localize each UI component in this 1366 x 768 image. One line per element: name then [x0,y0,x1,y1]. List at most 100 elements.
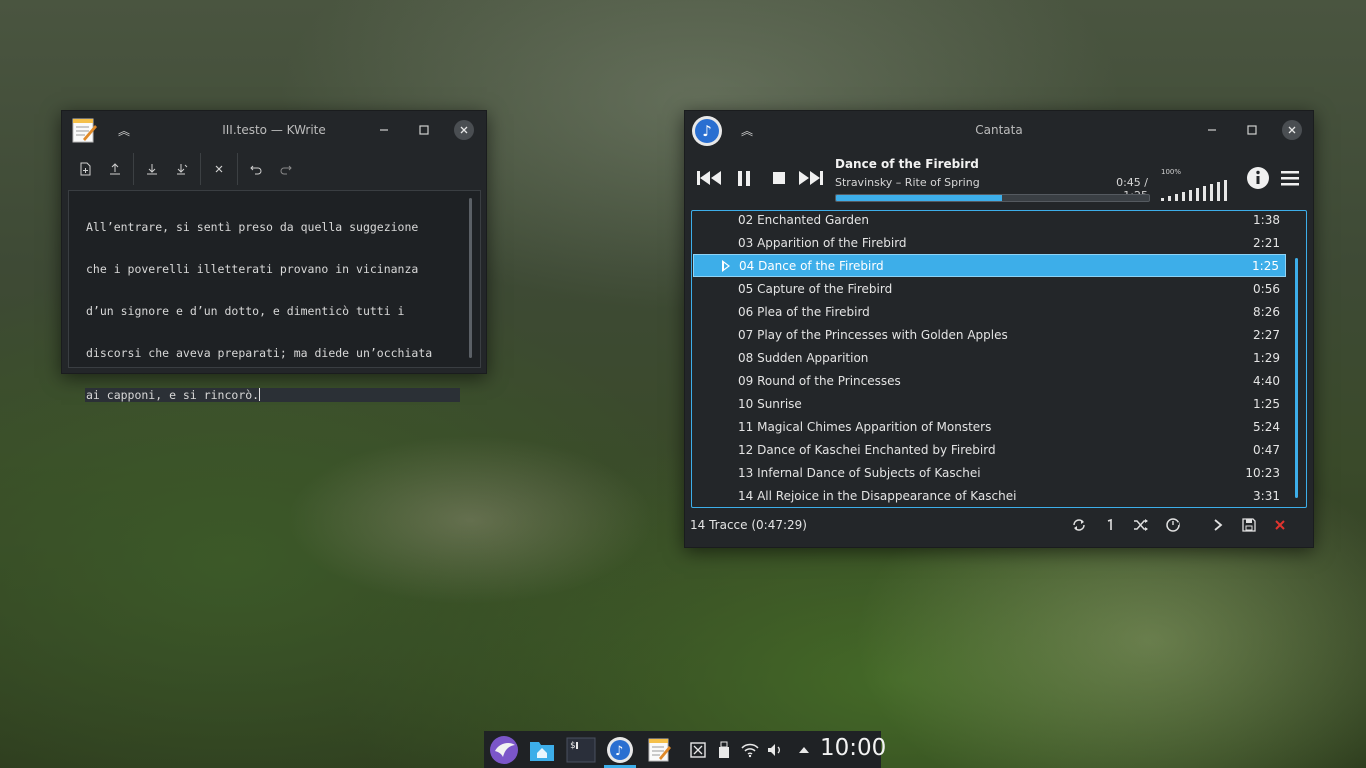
save-as-icon[interactable] [167,154,197,184]
maximize-button[interactable] [414,120,434,140]
volume-icon[interactable] [764,731,786,768]
kwrite-window: ︽ III.testo — KWrite All’entrare, si sen… [61,110,487,402]
svg-text:♪: ♪ [615,744,623,759]
kwrite-icon[interactable] [641,731,677,768]
track-duration: 2:21 [1253,235,1280,250]
open-document-icon[interactable] [100,154,130,184]
track-duration: 1:25 [1253,396,1280,411]
minimize-button[interactable] [374,120,394,140]
single-track-icon[interactable] [1099,514,1121,536]
track-duration: 2:27 [1253,327,1280,342]
toolbar-separator [200,153,201,185]
track-duration: 5:24 [1253,419,1280,434]
save-icon[interactable] [137,154,167,184]
terminal-icon[interactable]: $ [563,731,599,768]
volume-label: 100% [1161,168,1182,176]
redo-icon[interactable] [271,154,301,184]
list-item[interactable]: 07 Play of the Princesses with Golden Ap… [693,323,1286,346]
stop-icon[interactable] [768,167,790,189]
file-manager-icon[interactable] [524,731,560,768]
playback-controls: Dance of the Firebird Stravinsky – Rite … [685,149,1313,205]
track-duration: 0:56 [1253,281,1280,296]
close-button[interactable] [454,120,474,140]
text-line: discorsi che aveva preparati; ma diede u… [86,346,433,360]
volume-level-bar [1224,180,1227,201]
previous-track-icon[interactable] [695,167,723,189]
list-item[interactable]: 13 Infernal Dance of Subjects of Kaschei… [693,461,1286,484]
track-title: 11 Magical Chimes Apparition of Monsters [738,419,992,434]
clipboard-icon[interactable] [686,731,710,768]
chevron-right-icon[interactable] [1207,514,1229,536]
track-title: 07 Play of the Princesses with Golden Ap… [738,327,1008,342]
menu-icon[interactable] [1279,167,1301,189]
volume-slider[interactable] [1161,179,1227,201]
track-duration: 8:26 [1253,304,1280,319]
track-title: 02 Enchanted Garden [738,212,869,227]
list-item[interactable]: 09 Round of the Princesses 4:40 [693,369,1286,392]
wifi-icon[interactable] [738,731,762,768]
kwrite-toolbar [62,149,486,189]
next-track-icon[interactable] [797,167,825,189]
repeat-icon[interactable] [1068,514,1090,536]
editor-scrollbar[interactable] [469,198,472,358]
cantata-titlebar[interactable]: ♪ ︽ Cantata [685,111,1313,149]
playqueue-scrollbar[interactable] [1295,258,1298,498]
list-item[interactable]: 11 Magical Chimes Apparition of Monsters… [693,415,1286,438]
track-duration: 1:29 [1253,350,1280,365]
keep-above-icon[interactable]: ︽ [114,120,134,140]
list-item[interactable]: 10 Sunrise 1:25 [693,392,1286,415]
keep-above-icon[interactable]: ︽ [737,120,757,140]
playqueue[interactable]: 02 Enchanted Garden 1:38 03 Apparition of… [691,210,1307,508]
volume-level-bar [1168,196,1171,201]
text-cursor [259,388,261,401]
list-item[interactable]: 12 Dance of Kaschei Enchanted by Firebir… [693,438,1286,461]
list-item-playing[interactable]: 04 Dance of the Firebird 1:25 [693,254,1286,277]
usb-icon[interactable] [714,731,734,768]
kwrite-titlebar[interactable]: ︽ III.testo — KWrite [62,111,486,149]
track-duration: 1:38 [1253,212,1280,227]
save-playlist-icon[interactable] [1238,514,1260,536]
playing-indicator-inner [724,263,728,269]
toolbar-separator [133,153,134,185]
shuffle-icon[interactable] [1130,514,1152,536]
info-icon[interactable] [1247,167,1269,189]
list-item[interactable]: 05 Capture of the Firebird 0:56 [693,277,1286,300]
clock[interactable]: 10:00 [820,735,886,761]
position-slider-fill [836,195,1002,201]
text-editor[interactable]: All’entrare, si sentì preso da quella su… [68,190,481,402]
list-item[interactable]: 02 Enchanted Garden 1:38 [693,211,1286,231]
undo-icon[interactable] [241,154,271,184]
kwrite-app-icon [69,115,99,145]
list-item[interactable]: 08 Sudden Apparition 1:29 [693,346,1286,369]
pause-icon[interactable] [733,167,755,189]
list-item[interactable]: 14 All Rejoice in the Disappearance of K… [693,484,1286,507]
close-document-icon[interactable] [204,154,234,184]
tray-expand-icon[interactable] [794,731,814,768]
list-item[interactable]: 03 Apparition of the Firebird 2:21 [693,231,1286,254]
text-line: All’entrare, si sentì preso da quella su… [86,220,419,234]
track-title: 13 Infernal Dance of Subjects of Kaschei [738,465,981,480]
track-title: 08 Sudden Apparition [738,350,869,365]
clear-playqueue-icon[interactable] [1269,514,1291,536]
now-playing-title: Dance of the Firebird [835,157,979,171]
track-title: 03 Apparition of the Firebird [738,235,907,250]
list-item[interactable]: 06 Plea of the Firebird 8:26 [693,300,1286,323]
playqueue-status: 14 Tracce (0:47:29) [690,518,807,532]
consume-icon[interactable] [1162,514,1184,536]
current-line: ai capponi, e si rincorò. [85,388,460,402]
editor-content[interactable]: All’entrare, si sentì preso da quella su… [69,191,480,430]
cantata-icon[interactable]: ♪ [602,731,638,768]
launcher-icon[interactable] [486,731,522,768]
close-button[interactable] [1282,120,1302,140]
new-document-icon[interactable] [70,154,100,184]
track-title: 14 All Rejoice in the Disappearance of K… [738,488,1017,503]
minimize-button[interactable] [1202,120,1222,140]
now-playing-artist: Stravinsky – Rite of Spring [835,176,980,189]
maximize-button[interactable] [1242,120,1262,140]
track-duration: 10:23 [1245,465,1280,480]
track-title: 10 Sunrise [738,396,802,411]
position-slider[interactable] [835,194,1150,202]
volume-level-bar [1161,198,1164,201]
text-line: che i poverelli illetterati provano in v… [86,262,419,276]
text-line: d’un signore e d’un dotto, e dimenticò t… [86,304,405,318]
